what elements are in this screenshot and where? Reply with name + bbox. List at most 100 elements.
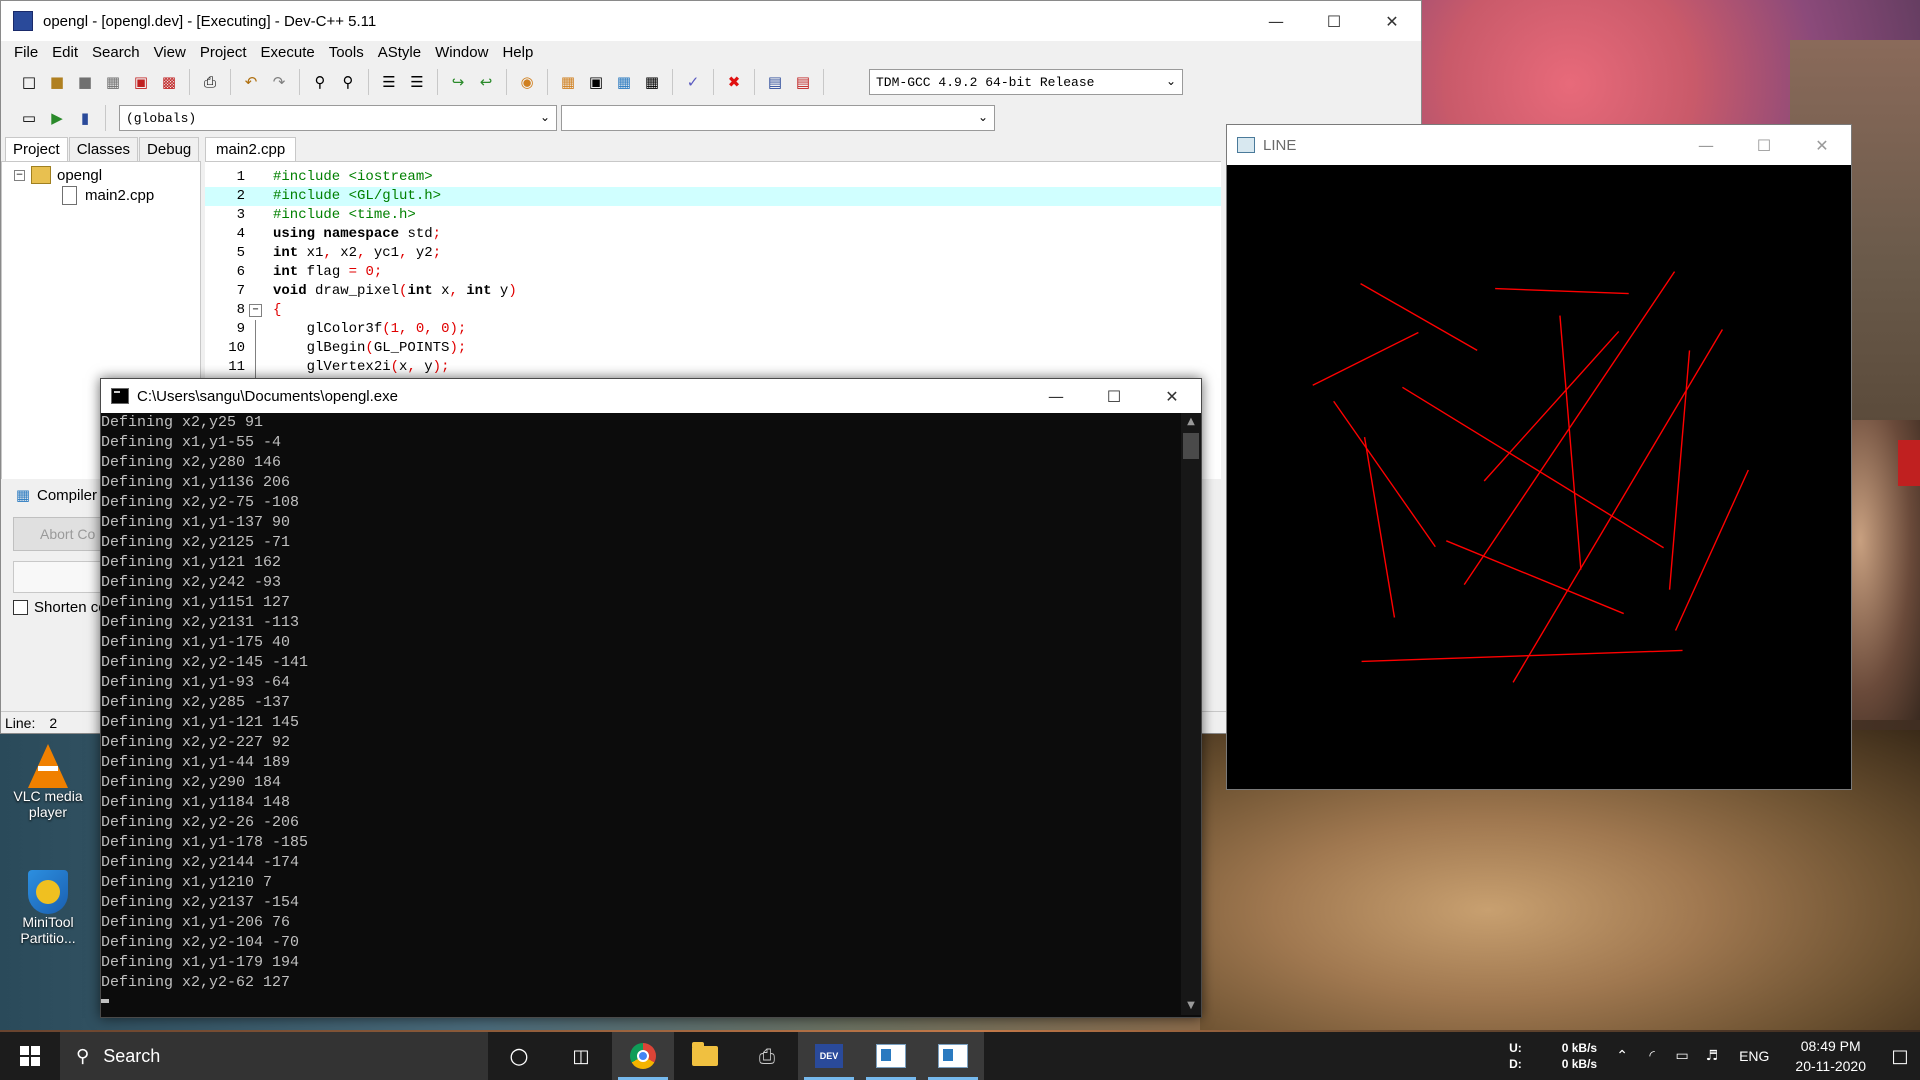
taskbar-search[interactable]: ⚲ Search (60, 1032, 488, 1080)
close-all-icon[interactable]: ▩ (157, 70, 181, 94)
replace-icon[interactable]: ⚲ (336, 70, 360, 94)
shorten-paths-option[interactable]: Shorten co (13, 599, 107, 616)
menu-file[interactable]: File (7, 44, 45, 61)
close-button[interactable]: ✕ (1143, 379, 1201, 413)
save-icon[interactable]: ■ (73, 70, 97, 94)
console-output[interactable]: Defining x2,y25 91 Defining x1,y1-55 -4 De… (101, 413, 1181, 1015)
console-scrollbar[interactable]: ▲ ▼ (1181, 413, 1201, 1015)
desktop-icon-minitool[interactable]: MiniTool Partitio... (0, 870, 96, 946)
goto-line-icon[interactable]: ↩ (474, 70, 498, 94)
save-all-icon[interactable]: ▦ (101, 70, 125, 94)
code-line[interactable]: 10 glBegin(GL_POINTS); (205, 339, 1221, 358)
code-line[interactable]: 2 #include <GL/glut.h> (205, 187, 1221, 206)
members-select[interactable]: ⌄ (561, 105, 995, 131)
menu-execute[interactable]: Execute (254, 44, 322, 61)
scrollbar-thumb[interactable] (1183, 433, 1199, 459)
console-titlebar[interactable]: C:\Users\sangu\Documents\opengl.exe — ☐ … (101, 379, 1201, 413)
minimize-button[interactable]: — (1027, 379, 1085, 413)
code-line[interactable]: 9 glColor3f(1, 0, 0); (205, 320, 1221, 339)
code-line[interactable]: 7 void draw_pixel(int x, int y) (205, 282, 1221, 301)
goto-icon[interactable]: ↪ (446, 70, 470, 94)
start-button[interactable] (0, 1032, 60, 1080)
print-icon[interactable]: ⎙ (736, 1032, 798, 1080)
compiler-select[interactable]: TDM-GCC 4.9.2 64-bit Release ⌄ (869, 69, 1183, 95)
profile-chart-icon[interactable]: ▤ (763, 70, 787, 94)
glut-window-icon[interactable] (922, 1032, 984, 1080)
chevron-up-icon[interactable]: ⌃ (1609, 1048, 1635, 1064)
opengl-console-icon[interactable] (860, 1032, 922, 1080)
desktop-icon-vlc[interactable]: VLC media player (0, 744, 96, 820)
code-line[interactable]: 4 using namespace std; (205, 225, 1221, 244)
minimize-button[interactable]: — (1677, 125, 1735, 165)
menu-tools[interactable]: Tools (322, 44, 371, 61)
globals-select[interactable]: (globals) ⌄ (119, 105, 557, 131)
bookmark-icon[interactable]: ◉ (515, 70, 539, 94)
tree-node-project[interactable]: − opengl (14, 166, 102, 184)
close-button[interactable]: ✕ (1793, 125, 1851, 165)
code-line[interactable]: 8−{ (205, 301, 1221, 320)
code-line[interactable]: 6 int flag = 0; (205, 263, 1221, 282)
language-indicator[interactable]: ENG (1739, 1048, 1769, 1064)
menu-astyle[interactable]: AStyle (371, 44, 428, 61)
menu-window[interactable]: Window (428, 44, 495, 61)
menu-view[interactable]: View (147, 44, 193, 61)
tab-classes[interactable]: Classes (68, 137, 139, 161)
new-project-icon[interactable]: ▦ (556, 70, 580, 94)
wifi-icon[interactable]: ◜ (1639, 1048, 1665, 1064)
undo-icon[interactable]: ↶ (239, 70, 263, 94)
battery-icon[interactable]: ▭ (1669, 1048, 1695, 1064)
scroll-up-icon[interactable]: ▲ (1181, 413, 1201, 431)
open-file-icon[interactable]: ■ (45, 70, 69, 94)
tab-compiler[interactable]: ▦ Compiler (9, 483, 97, 507)
shorten-paths-checkbox[interactable] (13, 600, 28, 615)
indent-icon[interactable]: ☰ (377, 70, 401, 94)
maximize-button[interactable]: ☐ (1305, 1, 1363, 41)
check-syntax-icon[interactable]: ✓ (681, 70, 705, 94)
volume-icon[interactable]: ♬ (1699, 1048, 1725, 1064)
unindent-icon[interactable]: ☰ (405, 70, 429, 94)
code-line[interactable]: 3 #include <time.h> (205, 206, 1221, 225)
notification-center-icon[interactable]: □ (1880, 1046, 1920, 1067)
close-button[interactable]: ✕ (1363, 1, 1421, 41)
devcpp-titlebar[interactable]: opengl - [opengl.dev] - [Executing] - De… (1, 1, 1421, 41)
project-options-icon[interactable]: ▣ (584, 70, 608, 94)
menu-edit[interactable]: Edit (45, 44, 85, 61)
menu-search[interactable]: Search (85, 44, 147, 61)
devcpp-icon[interactable]: DEV (798, 1032, 860, 1080)
tree-node-file[interactable]: main2.cpp (62, 186, 154, 205)
network-speed-meter[interactable]: U: 0 kB/s D: 0 kB/s (1509, 1040, 1597, 1072)
file-explorer-icon[interactable] (674, 1032, 736, 1080)
minimize-button[interactable]: — (1247, 1, 1305, 41)
maximize-button[interactable]: ☐ (1085, 379, 1143, 413)
compile-icon[interactable]: ▭ (17, 106, 41, 130)
collapse-icon[interactable]: − (14, 169, 25, 181)
tab-debug[interactable]: Debug (139, 137, 200, 161)
menu-help[interactable]: Help (495, 44, 540, 61)
run-icon[interactable]: ▶ (45, 106, 69, 130)
find-icon[interactable]: ⚲ (308, 70, 332, 94)
redo-icon[interactable]: ↷ (267, 70, 291, 94)
scroll-down-icon[interactable]: ▼ (1181, 997, 1201, 1015)
menu-project[interactable]: Project (193, 44, 254, 61)
cortana-icon[interactable]: ○ (488, 1032, 550, 1080)
code-text: { (273, 302, 282, 318)
code-line[interactable]: 11 glVertex2i(x, y); (205, 358, 1221, 377)
fold-toggle-icon[interactable]: − (249, 304, 262, 317)
gl-titlebar[interactable]: LINE — ☐ ✕ (1227, 125, 1851, 165)
editor-tab-main2[interactable]: main2.cpp (205, 137, 297, 161)
print-icon[interactable]: ⎙ (198, 70, 222, 94)
class-browser-icon[interactable]: ▦ (612, 70, 636, 94)
task-view-icon[interactable]: ◫ (550, 1032, 612, 1080)
chrome-icon[interactable] (612, 1032, 674, 1080)
code-line[interactable]: 1 #include <iostream> (205, 168, 1221, 187)
debug-icon[interactable]: ▮ (73, 106, 97, 130)
code-line[interactable]: 5 int x1, x2, yc1, y2; (205, 244, 1221, 263)
close-file-icon[interactable]: ▣ (129, 70, 153, 94)
layout-icon[interactable]: ▦ (640, 70, 664, 94)
maximize-button[interactable]: ☐ (1735, 125, 1793, 165)
tab-project[interactable]: Project (5, 137, 68, 161)
stop-execution-icon[interactable]: ✖ (722, 70, 746, 94)
delete-profile-icon[interactable]: ▤ (791, 70, 815, 94)
clock[interactable]: 08:49 PM 20-11-2020 (1795, 1036, 1866, 1076)
new-file-icon[interactable]: □ (17, 70, 41, 94)
